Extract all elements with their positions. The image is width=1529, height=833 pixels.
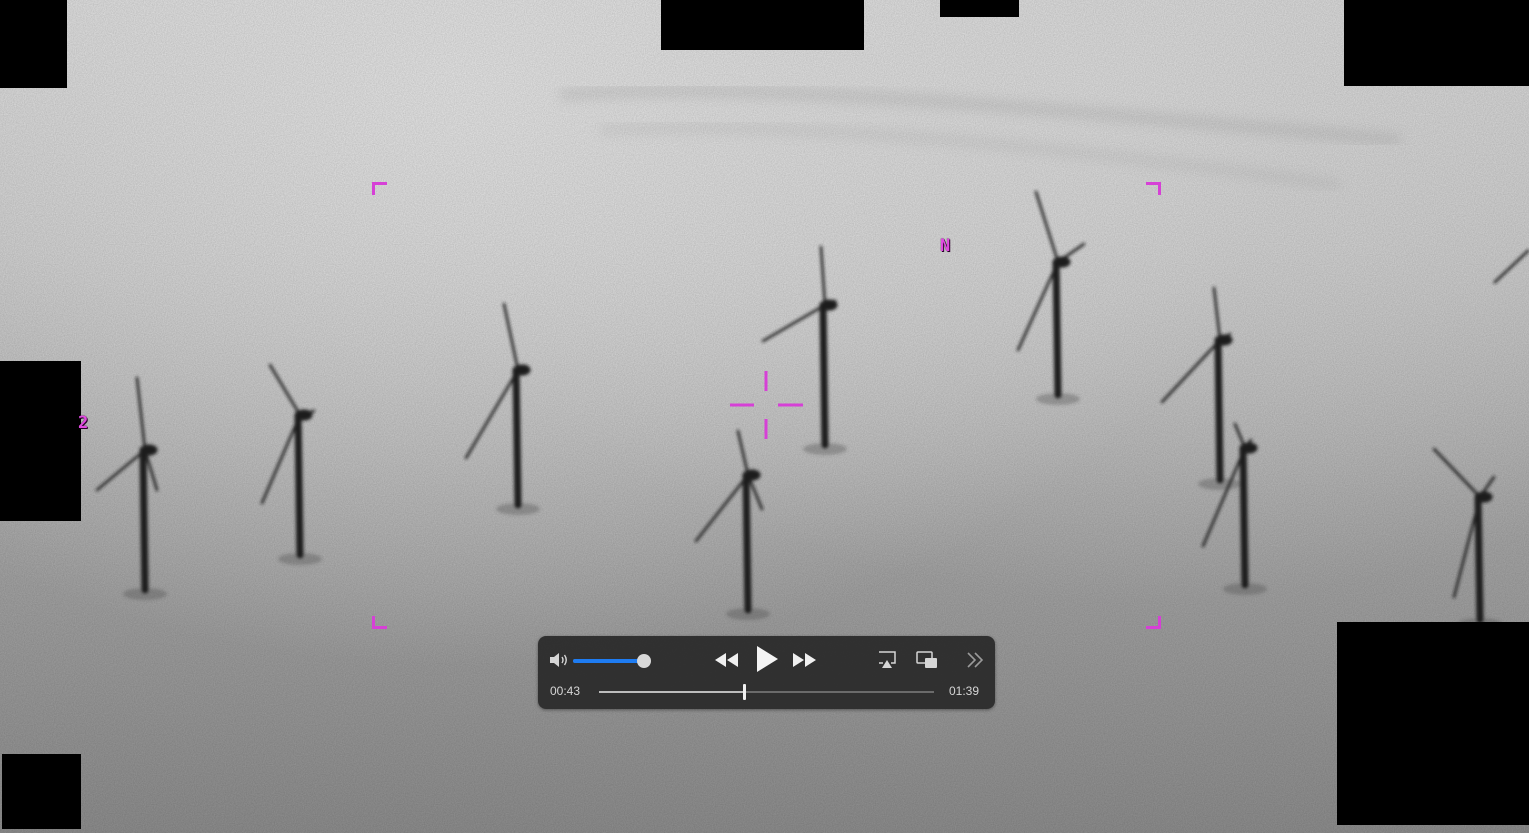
chevron-double-right-icon <box>967 652 984 668</box>
playback-progress <box>599 691 745 693</box>
hud-frame-corner-top-left <box>372 182 387 195</box>
video-controls[interactable]: 00:43 01:39 <box>538 636 995 709</box>
duration: 01:39 <box>949 684 980 698</box>
hud-frame-corner-top-right <box>1146 182 1161 195</box>
crosshair-reticle <box>730 371 803 439</box>
play-icon <box>757 646 778 672</box>
volume-slider-fill <box>573 659 644 663</box>
mask-block <box>0 0 67 88</box>
mask-block <box>2 754 81 829</box>
fast-forward-button[interactable] <box>791 649 817 671</box>
playhead[interactable] <box>743 684 747 700</box>
play-button[interactable] <box>752 643 782 675</box>
volume-slider-knob[interactable] <box>637 654 651 668</box>
mask-block <box>940 0 1019 17</box>
volume-slider[interactable] <box>573 654 651 668</box>
current-time: 00:43 <box>550 684 581 698</box>
hud-frame-corner-bottom-left <box>372 616 387 629</box>
more-options-button[interactable] <box>964 649 986 671</box>
picture-in-picture-button[interactable] <box>915 649 939 671</box>
mask-block <box>1344 0 1529 86</box>
speaker-icon <box>550 653 567 667</box>
edge-marker: 2 <box>78 413 89 433</box>
fast-forward-icon <box>793 653 816 667</box>
playback-scrubber[interactable] <box>599 684 934 700</box>
airplay-icon <box>879 651 896 668</box>
mask-block <box>0 361 81 521</box>
hud-frame-corner-bottom-right <box>1146 616 1161 629</box>
heading-marker: N <box>940 236 951 256</box>
mask-block <box>1337 622 1529 825</box>
mask-block <box>661 0 864 50</box>
rewind-button[interactable] <box>714 649 740 671</box>
rewind-icon <box>715 653 738 667</box>
airplay-button[interactable] <box>876 649 898 671</box>
picture-in-picture-icon <box>916 651 937 668</box>
mute-button[interactable] <box>548 650 570 670</box>
